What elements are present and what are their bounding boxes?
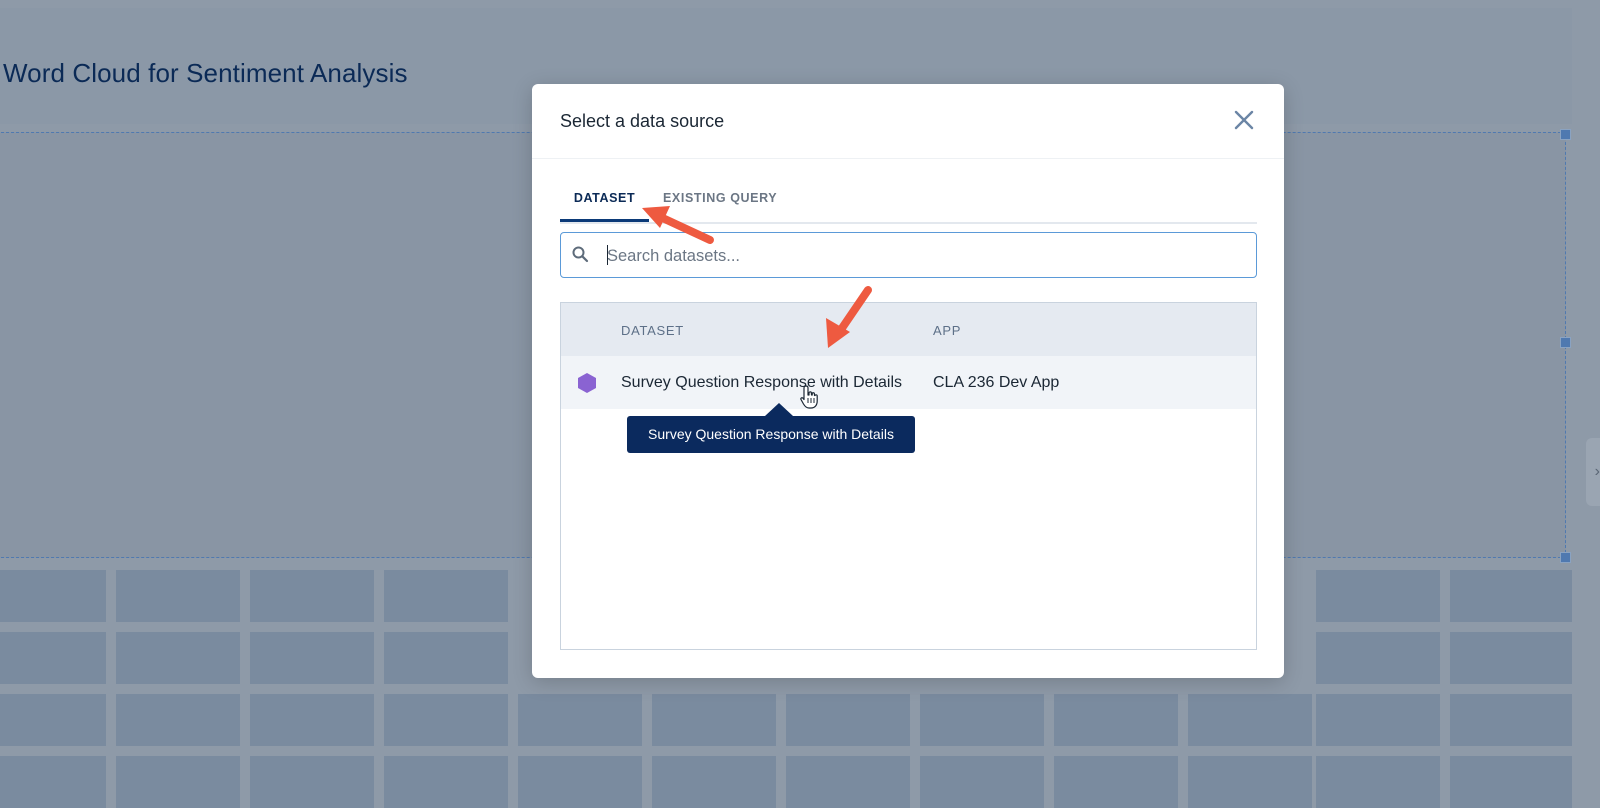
resize-handle-top-right[interactable]	[1560, 129, 1571, 140]
grid-cell	[116, 570, 240, 622]
grid-cell	[1316, 570, 1440, 622]
grid-cell	[920, 756, 1044, 808]
dataset-hexagon-icon	[578, 373, 596, 393]
app-name-cell: CLA 236 Dev App	[933, 374, 1060, 391]
grid-cell	[1188, 756, 1312, 808]
text-cursor	[607, 245, 608, 265]
grid-cell	[1054, 756, 1178, 808]
grid-cell	[786, 694, 910, 746]
grid-cell	[250, 694, 374, 746]
search-icon	[572, 246, 589, 263]
tab-dataset[interactable]: DATASET	[560, 180, 649, 222]
grid-cell	[518, 694, 642, 746]
dataset-tooltip: Survey Question Response with Details	[627, 416, 915, 453]
dataset-name-cell[interactable]: Survey Question Response with Details	[621, 374, 902, 392]
select-data-source-dialog: Select a data source DATASET EXISTING QU…	[532, 84, 1284, 678]
grid-cell	[518, 756, 642, 808]
table-header: DATASET APP	[561, 303, 1256, 357]
column-header-app[interactable]: APP	[933, 323, 961, 338]
grid-cell	[1450, 632, 1572, 684]
grid-cell	[250, 756, 374, 808]
dataset-table: DATASET APP Survey Question Response wit…	[560, 302, 1257, 650]
grid-cell	[1316, 632, 1440, 684]
grid-cell	[0, 756, 106, 808]
grid-cell	[1188, 694, 1312, 746]
annotation-arrow-dataset	[826, 286, 872, 348]
grid-cell	[1450, 756, 1572, 808]
dialog-title: Select a data source	[560, 111, 725, 131]
grid-cell	[250, 570, 374, 622]
grid-cell	[384, 570, 508, 622]
annotation-arrow-tab	[642, 206, 714, 244]
grid-cell	[786, 756, 910, 808]
grid-cell	[116, 632, 240, 684]
grid-cell	[384, 632, 508, 684]
close-button[interactable]	[1230, 106, 1258, 134]
grid-cell	[1450, 570, 1572, 622]
resize-handle-mid-right[interactable]	[1560, 337, 1571, 348]
grid-cell	[652, 694, 776, 746]
grid-cell	[0, 570, 106, 622]
hand-pointer-icon	[800, 385, 818, 409]
grid-cell	[384, 756, 508, 808]
side-panel-toggle[interactable]: ›	[1586, 438, 1600, 506]
close-icon	[1234, 110, 1254, 130]
dialog-header: Select a data source	[532, 84, 1284, 159]
table-row[interactable]: Survey Question Response with Details CL…	[561, 356, 1256, 409]
grid-cell	[116, 694, 240, 746]
resize-handle-bottom-right[interactable]	[1560, 552, 1571, 563]
grid-cell	[0, 694, 106, 746]
grid-cell	[116, 756, 240, 808]
grid-cell	[1316, 756, 1440, 808]
grid-cell	[0, 632, 106, 684]
grid-cell	[250, 632, 374, 684]
column-header-dataset[interactable]: DATASET	[621, 323, 684, 338]
grid-cell	[384, 694, 508, 746]
grid-cell	[920, 694, 1044, 746]
grid-cell	[1316, 694, 1440, 746]
tooltip-arrow	[765, 403, 793, 416]
grid-cell	[1450, 694, 1572, 746]
page-title: Word Cloud for Sentiment Analysis	[3, 58, 408, 88]
grid-cell	[652, 756, 776, 808]
grid-cell	[1054, 694, 1178, 746]
